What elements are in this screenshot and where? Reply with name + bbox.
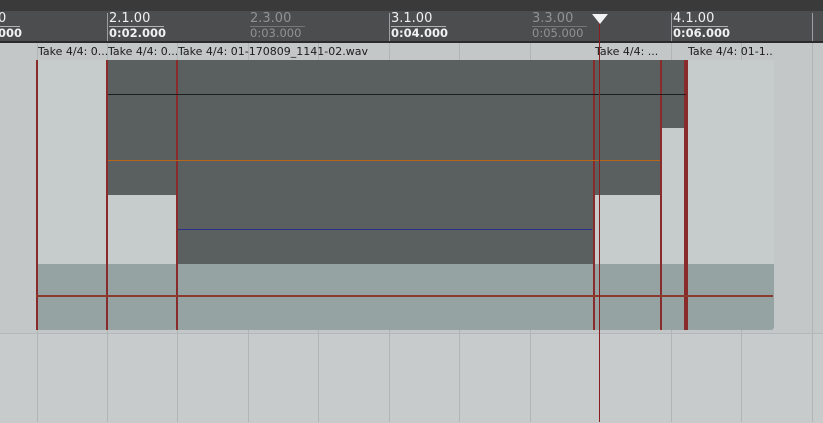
pan-envelope-line[interactable]	[178, 229, 592, 230]
ruler-time-label: 0:06.000	[673, 26, 730, 40]
item-waveform-area[interactable]	[686, 60, 774, 330]
ruler-bar-label: 2.1.00	[109, 12, 165, 27]
media-item[interactable]: Take 4/4: 01-1...	[686, 44, 774, 330]
item-take-label: Take 4/4: ...	[595, 45, 659, 58]
item-lower-lane	[106, 264, 177, 330]
envelope-line-lower[interactable]	[36, 295, 773, 297]
ruler-bar-label: 3.3.00	[532, 12, 588, 27]
item-take-label: Take 4/4: 0...	[108, 45, 177, 58]
item-lower-lane	[593, 264, 661, 330]
grid-line	[812, 43, 813, 422]
top-toolbar-strip	[0, 0, 823, 11]
ruler-bar-label: 4.1.00	[673, 12, 729, 27]
playhead-marker-icon[interactable]	[592, 14, 608, 24]
item-take-label	[662, 44, 687, 59]
item-left-edge[interactable]	[660, 60, 662, 330]
ruler-time-label: 0:02.000	[109, 26, 166, 40]
item-take-label: Take 4/4: 01-170809_1141-02.wav	[178, 45, 368, 58]
ruler-time-label: 0:05.000	[532, 26, 584, 40]
media-item[interactable]: Take 4/4: 0...	[106, 44, 177, 330]
item-lower-lane	[36, 264, 108, 330]
item-lower-lane	[176, 264, 594, 330]
timeline-ruler[interactable]: 0 000 2.1.00 0:02.000 2.3.00 0:03.000 3.…	[0, 11, 823, 43]
media-item[interactable]: Take 4/4: ...	[593, 44, 661, 330]
item-waveform-area[interactable]	[36, 60, 108, 330]
media-item-main[interactable]: Take 4/4: 01-170809_1141-02.wav	[176, 44, 594, 330]
ruler-bar-label: 2.3.00	[250, 12, 306, 27]
item-left-edge[interactable]	[36, 60, 38, 330]
item-waveform-area[interactable]	[593, 60, 661, 330]
playhead-cursor[interactable]	[599, 16, 600, 422]
ruler-time-label: 0:03.000	[250, 26, 302, 40]
item-take-label: Take 4/4: 01-1...	[688, 45, 774, 58]
item-left-edge[interactable]	[686, 60, 688, 330]
item-take-label: Take 4/4: 0...	[38, 45, 108, 58]
item-left-edge[interactable]	[106, 60, 108, 330]
item-left-edge[interactable]	[593, 60, 595, 330]
media-item[interactable]	[660, 44, 687, 330]
item-waveform-area[interactable]	[176, 60, 594, 330]
item-dark-region	[593, 60, 661, 195]
media-item[interactable]: Take 4/4: 0...	[36, 44, 108, 330]
item-lower-lane	[686, 264, 774, 330]
item-left-edge[interactable]	[176, 60, 178, 330]
ruler-bar-label: 3.1.00	[391, 12, 447, 27]
ruler-time-label: 0:04.000	[391, 26, 448, 40]
item-lower-lane	[660, 264, 687, 330]
empty-arrange-area[interactable]	[0, 333, 823, 423]
item-waveform-area[interactable]	[106, 60, 177, 330]
ruler-time-label: 000	[0, 26, 23, 40]
ruler-bar-label: 0	[0, 12, 21, 27]
item-waveform-area[interactable]	[660, 60, 687, 330]
item-dark-region	[106, 60, 177, 195]
volume-envelope-line[interactable]	[108, 160, 660, 161]
